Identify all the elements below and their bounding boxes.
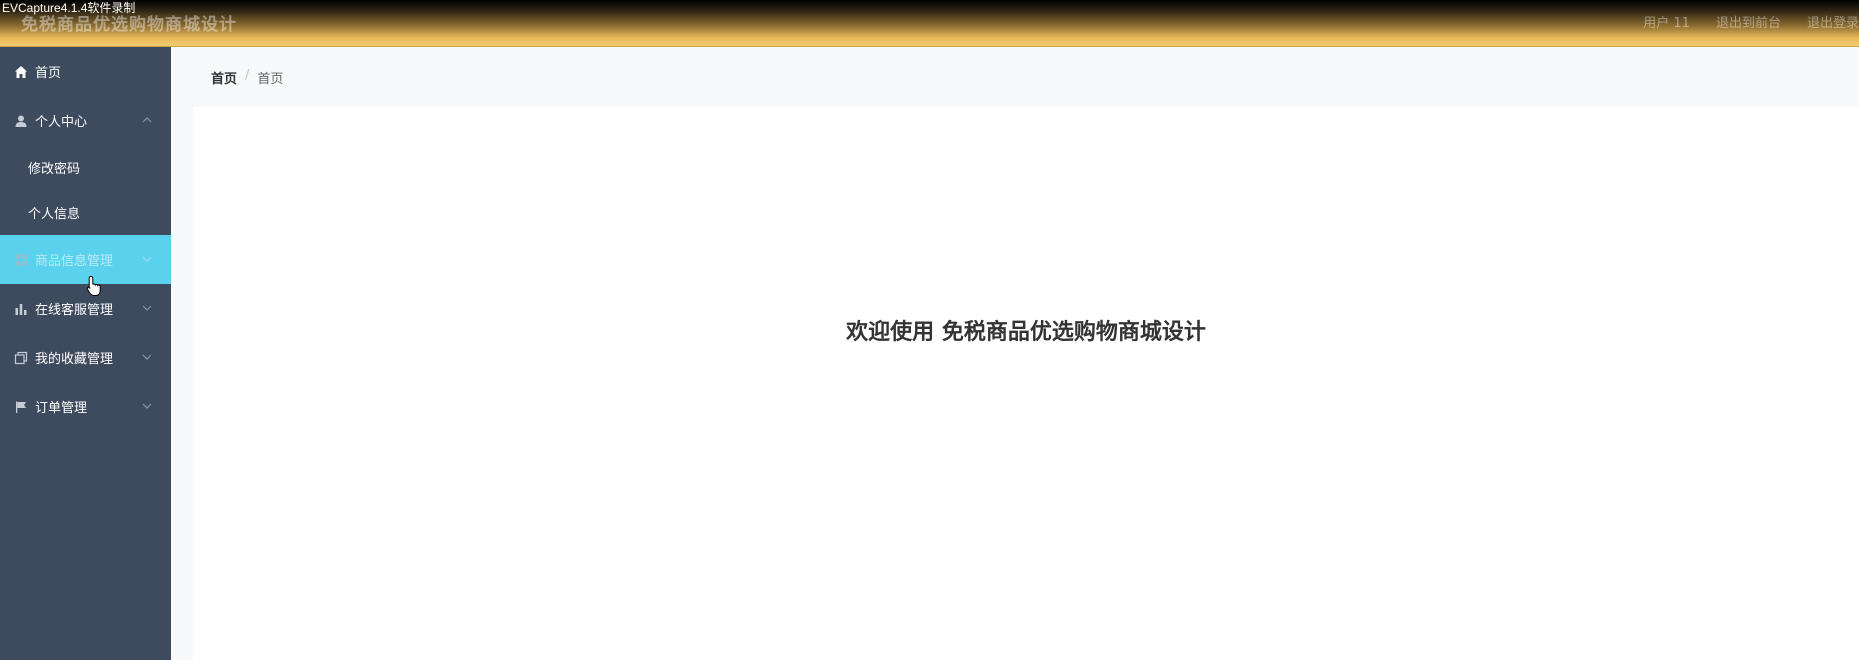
sidebar-item-favorites[interactable]: 我的收藏管理	[0, 333, 171, 382]
header-actions: 用户 11 退出到前台 退出登录	[1643, 12, 1859, 31]
sidebar-item-label: 我的收藏管理	[35, 352, 114, 367]
breadcrumb: 首页 / 首页	[211, 68, 283, 87]
sidebar-subitem-change-password[interactable]: 修改密码	[0, 145, 171, 190]
breadcrumb-item: 首页	[257, 72, 284, 87]
sidebar-item-home[interactable]: 首页	[0, 47, 171, 96]
flag-icon	[13, 399, 29, 415]
sidebar-item-online-service[interactable]: 在线客服管理	[0, 284, 171, 333]
breadcrumb-item[interactable]: 首页	[211, 68, 237, 87]
sidebar-subitem-personal-info[interactable]: 个人信息	[0, 190, 171, 235]
welcome-message: 欢迎使用 免税商品优选购物商城设计	[846, 320, 1206, 345]
chevron-down-icon	[142, 354, 152, 360]
back-to-front-link[interactable]: 退出到前台	[1716, 12, 1781, 31]
breadcrumb-separator: /	[245, 68, 250, 83]
app-title: 免税商品优选购物商城设计	[21, 15, 237, 35]
top-header: EVCapture4.1.4软件录制 免税商品优选购物商城设计 用户 11 退出…	[0, 0, 1859, 47]
sidebar-item-label: 商品信息管理	[35, 254, 114, 269]
content-card: 欢迎使用 免税商品优选购物商城设计	[193, 107, 1859, 660]
sidebar-item-personal-center[interactable]: 个人中心	[0, 96, 171, 145]
grid-icon	[13, 252, 29, 268]
sidebar-item-label: 在线客服管理	[35, 303, 114, 318]
home-icon	[13, 64, 29, 80]
sidebar-item-label: 首页	[35, 66, 62, 81]
copy-icon	[13, 350, 29, 366]
sidebar-item-label: 个人中心	[35, 115, 88, 130]
chevron-up-icon	[142, 117, 152, 123]
main-area: 首页 / 首页 欢迎使用 免税商品优选购物商城设计	[171, 47, 1859, 660]
sidebar-item-orders[interactable]: 订单管理	[0, 382, 171, 431]
user-label: 用户 11	[1643, 16, 1690, 31]
user-icon	[13, 113, 29, 129]
sidebar-item-label: 订单管理	[35, 401, 88, 416]
bar-chart-icon	[13, 301, 29, 317]
chevron-down-icon	[142, 403, 152, 409]
chevron-down-icon	[142, 256, 152, 262]
chevron-down-icon	[142, 305, 152, 311]
sidebar: 首页 个人中心 修改密码 个人信息 商品信息管理 在线客服管理 我的收藏管理 订…	[0, 47, 171, 660]
sidebar-item-product-management[interactable]: 商品信息管理	[0, 235, 171, 284]
logout-link[interactable]: 退出登录	[1807, 12, 1859, 31]
